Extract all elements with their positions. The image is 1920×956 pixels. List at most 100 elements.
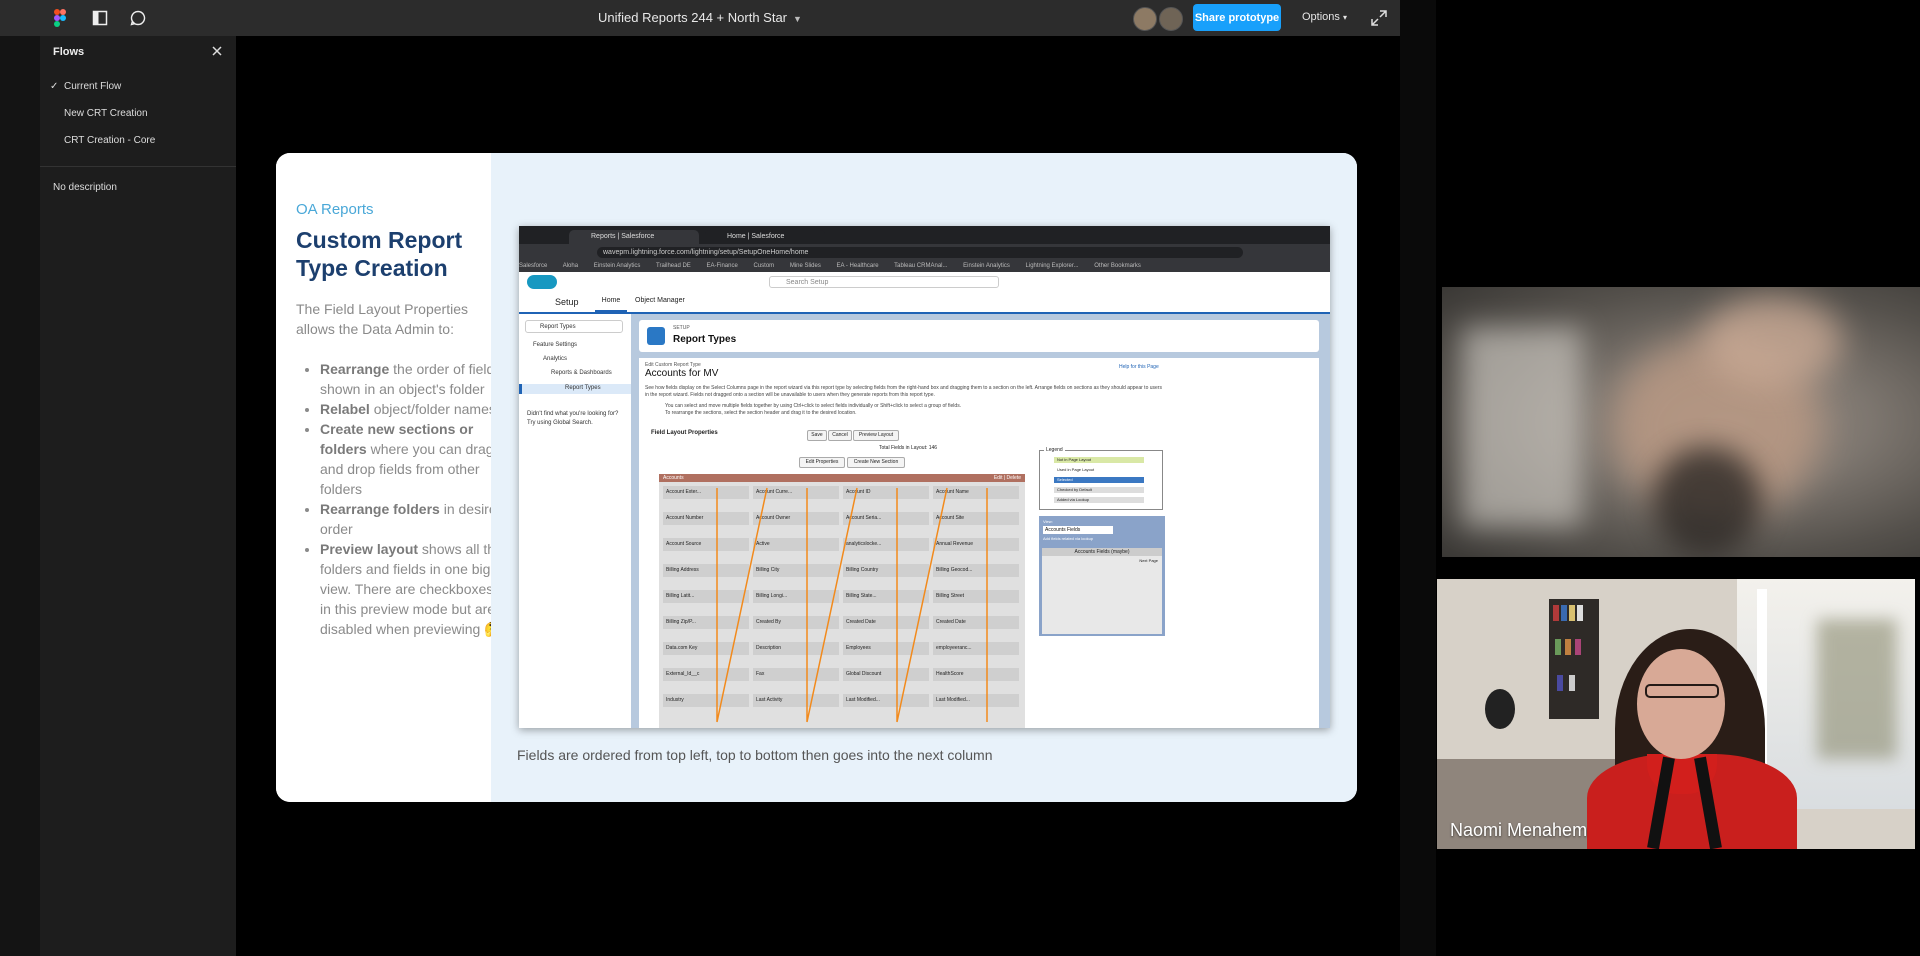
flow-item-crt-core[interactable]: CRT Creation - Core xyxy=(64,135,155,146)
figma-prototype-window: Unified Reports 244 + North Star ▼ Share … xyxy=(0,0,1400,956)
view-link: Add fields related via lookup xyxy=(1043,536,1094,541)
browser-tab-strip: Reports | Salesforce Home | Salesforce xyxy=(519,226,1330,244)
legend-title: Legend xyxy=(1044,447,1065,453)
left-strip xyxy=(0,36,40,956)
create-section-button: Create New Section xyxy=(847,457,905,468)
person-face xyxy=(1637,649,1725,759)
browser-tab: Reports | Salesforce xyxy=(569,230,699,244)
flow-description: No description xyxy=(53,182,117,193)
bookmark: Einstein Analytics xyxy=(963,263,1010,269)
total-fields: Total Fields in Layout: 146 xyxy=(879,445,938,451)
flows-header: Flows xyxy=(53,46,85,58)
collaborator-avatar[interactable] xyxy=(1133,7,1157,31)
report-types-header-card: SETUP Report Types xyxy=(639,320,1319,352)
bullet-item: Relabel object/folder names xyxy=(320,399,505,419)
bookshelf xyxy=(1549,599,1599,719)
bookmark: Salesforce xyxy=(519,263,548,269)
flows-panel: Flows ✓ Current Flow New CRT Creation CR… xyxy=(40,36,236,956)
slide-kicker: OA Reports xyxy=(296,201,374,218)
chevron-down-icon: ▾ xyxy=(1342,13,1347,22)
legend-item: Added via Lookup xyxy=(1054,497,1144,503)
salesforce-header: Search Setup xyxy=(519,272,1330,293)
salesforce-main: SETUP Report Types Edit Custom Report Ty… xyxy=(631,314,1330,728)
legend-item: Used in Page Layout xyxy=(1054,467,1144,473)
video-tile-blurred[interactable] xyxy=(1442,287,1920,557)
fields-list: Accounts Fields (maybe) Next Page xyxy=(1042,548,1162,634)
page-setup-label: SETUP xyxy=(673,325,690,331)
slide-intro: The Field Layout Properties allows the D… xyxy=(296,301,468,337)
checkmark-icon: ✓ xyxy=(50,81,59,92)
bookmark: Trailhead DE xyxy=(656,263,691,269)
legend-item: Checked by Default xyxy=(1054,487,1144,493)
salesforce-logo-icon xyxy=(527,275,557,289)
record-title: Accounts for MV xyxy=(645,368,719,379)
slide-text-panel: OA Reports Custom Report Type Creation T… xyxy=(276,153,504,802)
divider xyxy=(40,166,236,167)
file-title-menu[interactable]: Unified Reports 244 + North Star ▼ xyxy=(0,10,1400,25)
quick-find-box: Report Types xyxy=(525,320,623,333)
browser-address-bar: wavepm.lightning.force.com/lightning/set… xyxy=(519,244,1330,260)
save-button: Save xyxy=(807,430,827,441)
help-paragraph: See how fields display on the Select Col… xyxy=(645,385,1162,398)
tree-hint: Didn't find what you're looking for? Try… xyxy=(527,411,619,426)
preview-layout-button: Preview Layout xyxy=(853,430,899,441)
blurred-shadow xyxy=(1652,447,1762,557)
browser-url: wavepm.lightning.force.com/lightning/set… xyxy=(597,247,1243,258)
browser-bookmarks-bar: Salesforce Aloha Einstein Analytics Trai… xyxy=(519,260,1330,272)
order-arrows xyxy=(716,487,988,723)
legend-item: Selected xyxy=(1054,477,1144,483)
help-link: Help for this Page xyxy=(1119,364,1159,370)
options-menu[interactable]: Options ▾ xyxy=(1302,11,1347,23)
salesforce-setup-sidebar: Report Types Feature Settings Analytics … xyxy=(519,314,633,728)
blurred-hand xyxy=(1702,297,1842,387)
report-types-icon xyxy=(647,327,665,345)
collaborator-avatar[interactable] xyxy=(1159,7,1183,31)
bookmark: Custom xyxy=(753,263,775,269)
background-trees xyxy=(1817,619,1897,759)
edit-properties-button: Edit Properties xyxy=(799,457,845,468)
tree-item: Report Types xyxy=(565,385,601,391)
share-prototype-button[interactable]: Share prototype xyxy=(1193,4,1281,31)
bookmark: Tableau CRMAnal... xyxy=(894,263,948,269)
speaker xyxy=(1485,689,1515,729)
bookmark: Aloha xyxy=(562,263,579,269)
page-title: Report Types xyxy=(673,334,737,345)
participant-name: Naomi Menahem xyxy=(1450,820,1588,840)
legend-item: Not in Page Layout xyxy=(1054,457,1144,463)
flow-item-new-crt[interactable]: New CRT Creation xyxy=(64,108,148,119)
bullet-item: Rearrange folders in desired order xyxy=(320,499,505,539)
nav-object-manager: Object Manager xyxy=(635,297,685,304)
video-tile-participant[interactable]: Naomi Menahem xyxy=(1437,579,1915,849)
nav-setup: Setup xyxy=(555,297,579,307)
bookmark: Einstein Analytics xyxy=(593,263,641,269)
cancel-button: Cancel xyxy=(828,430,852,441)
tree-item: Feature Settings xyxy=(533,342,578,348)
fields-picker: View: Accounts Fields Add fields related… xyxy=(1039,516,1165,636)
field-layout-title: Field Layout Properties xyxy=(651,430,718,436)
bookmark: EA - Healthcare xyxy=(836,263,879,269)
person-glasses xyxy=(1645,684,1719,698)
embedded-browser-screenshot: Reports | Salesforce Home | Salesforce w… xyxy=(519,226,1330,728)
tree-item: Reports & Dashboards xyxy=(551,370,612,376)
field-layout-grid: Accounts Edit | Delete Account Exter... Ac… xyxy=(659,474,1025,728)
bookmark: Mine Slides xyxy=(789,263,821,269)
help-paragraph: You can select and move multiple fields … xyxy=(665,403,962,409)
report-type-editor: Edit Custom Report Type Accounts for MV … xyxy=(639,358,1319,728)
close-icon[interactable] xyxy=(210,44,224,58)
chevron-down-icon: ▼ xyxy=(793,14,802,24)
sf-search-box: Search Setup xyxy=(769,276,999,288)
fields-list-header: Accounts Fields (maybe) xyxy=(1042,548,1162,556)
view-label: View: xyxy=(1043,519,1053,524)
bookmark: EA-Finance xyxy=(706,263,738,269)
tree-item: Analytics xyxy=(543,356,568,362)
bookmark: Lightning Explorer... xyxy=(1025,263,1079,269)
flow-item-current[interactable]: Current Flow xyxy=(64,81,121,92)
view-select: Accounts Fields xyxy=(1043,526,1113,534)
slide-title: Custom Report Type Creation xyxy=(296,227,463,281)
prototype-slide[interactable]: OA Reports Custom Report Type Creation T… xyxy=(276,153,1357,802)
browser-tab: Home | Salesforce xyxy=(705,230,825,244)
figma-toolbar: Unified Reports 244 + North Star ▼ Share … xyxy=(0,0,1400,36)
blurred-window xyxy=(1462,327,1582,527)
expand-icon[interactable] xyxy=(1370,9,1388,27)
bookmark: Other Bookmarks xyxy=(1094,263,1141,269)
